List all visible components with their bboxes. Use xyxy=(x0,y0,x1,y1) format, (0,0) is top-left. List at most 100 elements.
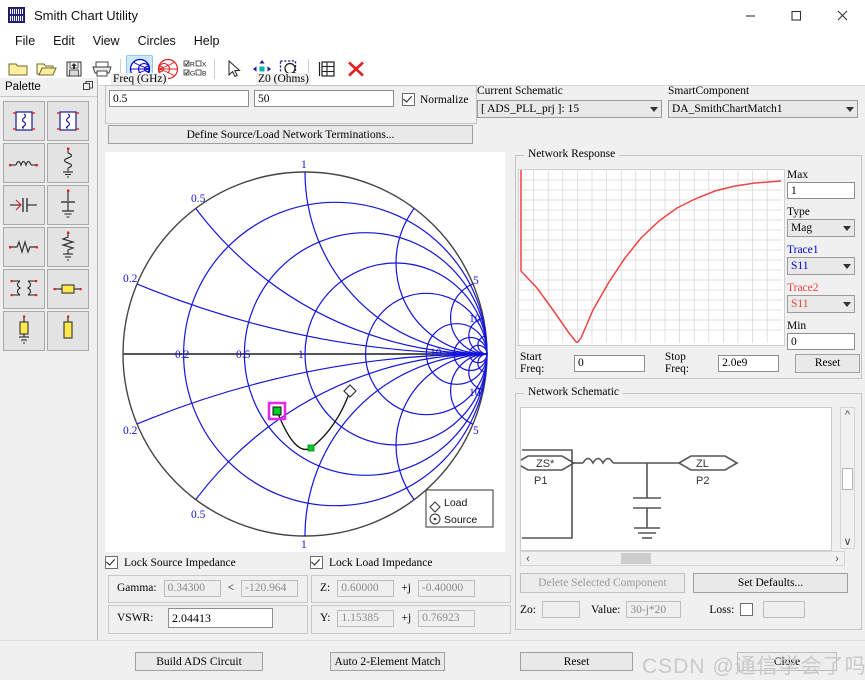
smith-chart-legend: Load Source xyxy=(425,489,494,528)
footer-reset-button[interactable]: Reset xyxy=(520,652,633,671)
svg-text:B: B xyxy=(202,70,206,77)
schematic-canvas[interactable]: ZS* P1 ZL P2 xyxy=(514,407,832,551)
gamma-label: Gamma: xyxy=(117,582,157,594)
start-freq-input[interactable]: 0 xyxy=(573,354,645,372)
svg-text:10: 10 xyxy=(469,313,481,325)
palette-series-inductor[interactable] xyxy=(3,143,45,183)
normalize-checkbox[interactable] xyxy=(402,93,415,106)
smith-chart[interactable]: 1 1 0.5 0.5 0.2 0.2 5 10 10 5 0.2 0.5 1 … xyxy=(105,152,505,552)
trace2-combo[interactable]: S11 xyxy=(787,295,855,313)
smartcomponent-value: DA_SmithChartMatch1 xyxy=(672,103,783,115)
select-arrow-icon[interactable] xyxy=(220,55,247,82)
svg-text:G: G xyxy=(190,70,195,77)
value-input[interactable]: 30-j*20 xyxy=(626,601,682,618)
smith-chart-svg[interactable]: 1 1 0.5 0.5 0.2 0.2 5 10 10 5 0.2 0.5 1 … xyxy=(105,152,505,552)
loss-checkbox[interactable] xyxy=(740,603,754,616)
current-schematic-combo[interactable]: [ ADS_PLL_prj ]: 15 xyxy=(477,100,662,118)
stop-freq-input[interactable]: 2.0e9 xyxy=(718,354,780,372)
menu-circles[interactable]: Circles xyxy=(129,32,185,50)
trace1-combo[interactable]: S11 xyxy=(787,257,855,275)
palette-shunt-capacitor[interactable] xyxy=(47,185,89,225)
svg-text:0.2: 0.2 xyxy=(123,425,138,437)
menu-help[interactable]: Help xyxy=(185,32,229,50)
lock-source-checkbox[interactable] xyxy=(105,556,118,569)
value-label: Value: xyxy=(590,603,621,616)
palette-series-inductor-box[interactable] xyxy=(3,101,45,141)
svg-text:0.2: 0.2 xyxy=(175,349,190,361)
normalize-checkbox-row[interactable]: Normalize xyxy=(402,93,469,106)
svg-text:1: 1 xyxy=(298,349,304,361)
smartcomponent-combo[interactable]: DA_SmithChartMatch1 xyxy=(668,100,858,118)
y-imag-input[interactable]: 0.76923 xyxy=(418,609,476,627)
freq-input[interactable]: 0.5 xyxy=(109,90,249,107)
palette-series-capacitor[interactable] xyxy=(3,185,45,225)
horizontal-scroll-thumb[interactable] xyxy=(621,553,651,564)
palette-shunt-inductor-box[interactable] xyxy=(47,101,89,141)
lock-load-row[interactable]: Lock Load Impedance xyxy=(310,556,510,569)
z-real-input[interactable]: 0.60000 xyxy=(337,579,395,597)
z-group: Z: 0.60000 +j -0.40000 xyxy=(311,575,511,603)
schematic-svg[interactable]: ZS* P1 ZL P2 xyxy=(514,408,829,548)
gamma-magnitude-input[interactable]: 0.34300 xyxy=(163,579,221,597)
toolbar-separator-2 xyxy=(214,58,215,79)
palette-transformer[interactable] xyxy=(3,269,45,309)
type-value: Mag xyxy=(791,222,813,234)
maximize-button[interactable] xyxy=(773,0,819,30)
loss-input[interactable] xyxy=(763,601,806,618)
svg-text:5: 5 xyxy=(473,275,479,287)
z-imag-input[interactable]: -0.40000 xyxy=(417,579,475,597)
palette-shunt-resistor[interactable] xyxy=(47,227,89,267)
palette-grid xyxy=(0,97,97,355)
scroll-left-icon[interactable]: ‹ xyxy=(521,552,535,565)
menu-view[interactable]: View xyxy=(84,32,129,50)
network-response-plot[interactable] xyxy=(518,169,785,346)
max-input[interactable]: 1 xyxy=(787,182,855,199)
scroll-up-icon[interactable]: ^ xyxy=(841,408,854,422)
scroll-down-icon[interactable]: ∨ xyxy=(841,534,854,548)
lock-source-row[interactable]: Lock Source Impedance xyxy=(105,556,305,569)
freq-range-row: Start Freq: 0 Stop Freq: 2.0e9 Reset xyxy=(520,351,861,375)
palette-series-transmission-line[interactable] xyxy=(47,269,89,309)
palette-shunt-stub[interactable] xyxy=(3,311,45,351)
vertical-scroll-thumb[interactable] xyxy=(842,468,853,490)
y-real-input[interactable]: 1.15385 xyxy=(337,609,395,627)
palette-series-resistor[interactable] xyxy=(3,227,45,267)
type-combo[interactable]: Mag xyxy=(787,219,855,237)
smith-chart-utility-window: Smith Chart Utility File Edit View Circl… xyxy=(0,0,865,680)
palette-shunt-inductor[interactable] xyxy=(47,143,89,183)
min-input[interactable]: 0 xyxy=(787,333,855,350)
rx-gb-circles-icon[interactable]: R X G B xyxy=(182,55,209,82)
lock-source-area: Lock Source Impedance xyxy=(105,556,305,569)
build-ads-circuit-button[interactable]: Build ADS Circuit xyxy=(135,652,263,671)
minimize-button[interactable] xyxy=(727,0,773,30)
vswr-input[interactable]: 2.04413 xyxy=(168,608,273,628)
gamma-angle-separator: < xyxy=(227,582,235,594)
svg-text:0.5: 0.5 xyxy=(236,349,251,361)
delete-selected-component-button[interactable]: Delete Selected Component xyxy=(520,573,685,593)
schematic-horizontal-scrollbar[interactable]: ‹ › xyxy=(520,551,845,566)
current-schematic-label: Current Schematic xyxy=(477,85,563,97)
zo-input[interactable] xyxy=(541,601,580,618)
set-defaults-button[interactable]: Set Defaults... xyxy=(693,573,848,593)
z0-input[interactable]: 50 xyxy=(254,90,394,107)
lock-load-checkbox[interactable] xyxy=(310,556,323,569)
network-schematic-panel: Network Schematic ZS* P1 ZL P2 ^ ∨ ‹ › D… xyxy=(514,386,862,630)
delete-red-x-icon[interactable] xyxy=(342,55,369,82)
freq-z0-group: Freq (GHz) Z0 (Ohms) 0.5 50 Normalize xyxy=(105,73,477,124)
undock-icon[interactable] xyxy=(83,80,93,94)
scroll-right-icon[interactable]: › xyxy=(830,552,844,565)
gamma-angle-input[interactable]: -120.964 xyxy=(241,579,299,597)
menu-file[interactable]: File xyxy=(6,32,44,50)
close-button[interactable] xyxy=(819,0,865,30)
auto-2-element-match-button[interactable]: Auto 2-Element Match xyxy=(330,652,445,671)
grid-table-icon[interactable] xyxy=(314,55,341,82)
schematic-vertical-scrollbar[interactable]: ^ ∨ xyxy=(840,407,855,549)
svg-text:Source: Source xyxy=(444,514,477,526)
define-terminations-button[interactable]: Define Source/Load Network Terminations.… xyxy=(108,125,473,144)
menu-edit[interactable]: Edit xyxy=(44,32,84,50)
smartcomponent-group: SmartComponent DA_SmithChartMatch1 xyxy=(668,85,858,118)
trace2-value: S11 xyxy=(791,298,809,310)
type-label: Type xyxy=(787,206,810,218)
palette-open-stub[interactable] xyxy=(47,311,89,351)
network-response-reset-button[interactable]: Reset xyxy=(795,353,861,373)
